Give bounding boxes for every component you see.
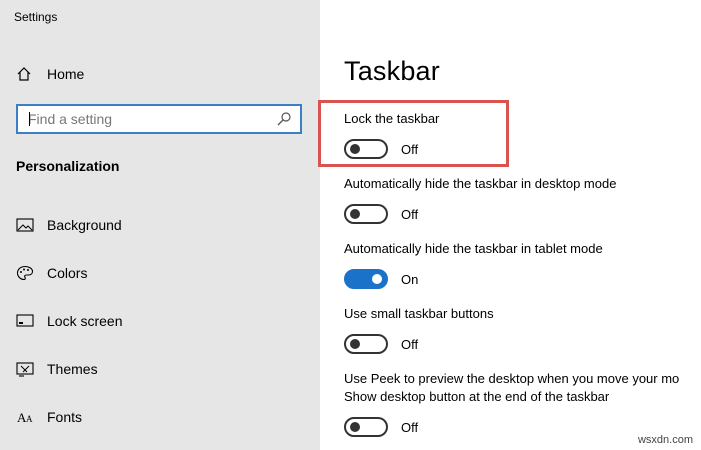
toggle-row-peek: Off: [344, 416, 418, 438]
sidebar-item-label: Lock screen: [47, 313, 123, 329]
setting-label-lock-taskbar: Lock the taskbar: [344, 111, 440, 126]
page-title: Taskbar: [344, 56, 440, 86]
text-caret: [29, 112, 30, 126]
home-icon: [16, 66, 32, 82]
home-link[interactable]: Home: [16, 63, 84, 85]
autohide-tablet-toggle[interactable]: [344, 269, 388, 289]
lock-taskbar-toggle[interactable]: [344, 139, 388, 159]
toggle-row-autohide-tablet: On: [344, 268, 418, 290]
sidebar-item-fonts[interactable]: A A Fonts: [16, 406, 82, 428]
sidebar-item-label: Fonts: [47, 409, 83, 425]
palette-icon: [16, 265, 34, 281]
autohide-desktop-toggle[interactable]: [344, 204, 388, 224]
themes-icon: [16, 361, 34, 377]
section-heading: Personalization: [16, 158, 120, 174]
toggle-knob: [350, 422, 360, 432]
setting-label-peek-line1: Use Peek to preview the desktop when you…: [344, 371, 680, 386]
toggle-knob: [350, 339, 360, 349]
setting-label-peek-line2: Show desktop button at the end of the ta…: [344, 389, 610, 404]
search-input[interactable]: [18, 106, 276, 132]
toggle-row-small-buttons: Off: [344, 333, 418, 355]
sidebar-item-label: Themes: [47, 361, 98, 377]
setting-label-small-buttons: Use small taskbar buttons: [344, 306, 494, 321]
background-image-icon: [16, 217, 34, 233]
search-box[interactable]: [16, 104, 302, 134]
toggle-knob: [350, 209, 360, 219]
toggle-state-text: Off: [401, 141, 419, 157]
sidebar-item-themes[interactable]: Themes: [16, 358, 98, 380]
setting-label-autohide-desktop: Automatically hide the taskbar in deskto…: [344, 176, 617, 191]
small-buttons-toggle[interactable]: [344, 334, 388, 354]
svg-text:A: A: [26, 414, 33, 424]
fonts-icon: A A: [16, 409, 34, 425]
app-title: Settings: [14, 10, 58, 24]
setting-label-autohide-tablet: Automatically hide the taskbar in tablet…: [344, 241, 603, 256]
sidebar-item-label: Background: [47, 217, 122, 233]
home-label: Home: [47, 66, 85, 82]
toggle-state-text: Off: [401, 206, 419, 222]
sidebar-item-lock-screen[interactable]: Lock screen: [16, 310, 122, 332]
toggle-state-text: Off: [401, 419, 419, 435]
sidebar-item-background[interactable]: Background: [16, 214, 122, 236]
sidebar-item-colors[interactable]: Colors: [16, 262, 87, 284]
peek-toggle[interactable]: [344, 417, 388, 437]
lock-screen-icon: [16, 313, 34, 329]
toggle-state-text: Off: [401, 336, 419, 352]
search-icon[interactable]: [276, 111, 292, 127]
toggle-state-text: On: [401, 271, 419, 287]
toggle-knob: [350, 144, 360, 154]
toggle-row-autohide-desktop: Off: [344, 203, 418, 225]
toggle-knob: [372, 274, 382, 284]
sidebar-item-label: Colors: [47, 265, 88, 281]
toggle-row-lock-taskbar: Off: [344, 138, 418, 160]
watermark: wsxdn.com: [637, 434, 693, 446]
